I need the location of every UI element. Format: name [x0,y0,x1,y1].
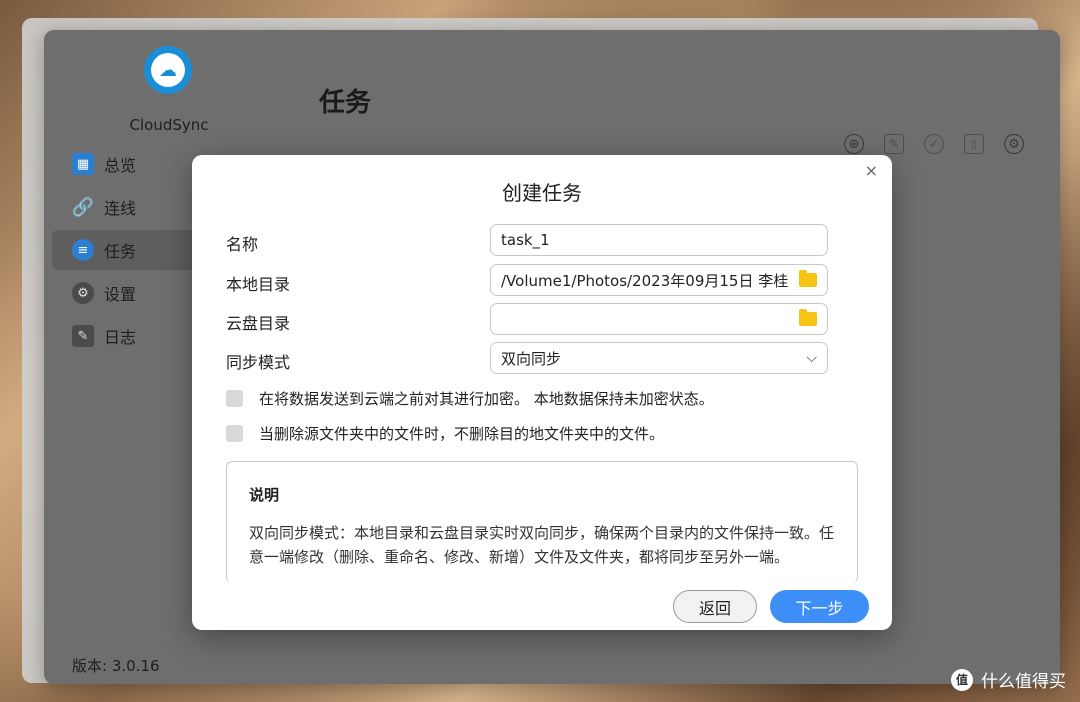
no-delete-option: 当删除源文件夹中的文件时，不删除目的地文件夹中的文件。 [226,423,664,444]
sidebar-nav: ▦ 总览 🔗 连线 ≡ 任务 ⚙ 设置 ✎ 日志 [52,144,192,359]
sync-mode-row: 同步模式 双向同步 ⌵ [226,342,830,376]
watermark: 值 什么值得买 [951,667,1066,692]
cloud-dir-label: 云盘目录 [226,314,291,333]
sidebar-item-overview[interactable]: ▦ 总览 [52,144,192,184]
encrypt-checkbox[interactable] [226,390,243,407]
sidebar-item-label: 连线 [104,199,137,218]
encrypt-option: 在将数据发送到云端之前对其进行加密。 本地数据保持未加密状态。 [226,388,714,409]
version-label: 版本: 3.0.16 [72,657,160,675]
page-title: 任务 [319,88,372,118]
gear-icon: ⚙ [72,282,94,304]
sidebar: ☁ CloudSync ▦ 总览 🔗 连线 ≡ 任务 ⚙ 设置 ✎ 日志 版本:… [44,30,209,684]
cloud-icon: ☁ [151,53,185,87]
cloudsync-logo-icon: ☁ [144,46,192,94]
name-value: task_1 [501,231,550,249]
cloud-dir-row: 云盘目录 [226,303,830,337]
encrypt-label: 在将数据发送到云端之前对其进行加密。 本地数据保持未加密状态。 [259,390,714,408]
local-dir-row: 本地目录 /Volume1/Photos/2023年09月15日 李桂 [226,264,830,298]
sidebar-item-settings[interactable]: ⚙ 设置 [52,273,192,313]
settings-icon[interactable]: ⚙ [1004,134,1024,154]
sync-mode-value: 双向同步 [501,349,562,368]
chevron-down-icon: ⌵ [806,350,817,366]
delete-icon[interactable]: ▯ [964,134,984,154]
sidebar-item-label: 设置 [104,285,137,304]
list-icon: ≡ [72,239,94,261]
description-text: 双向同步模式：本地目录和云盘目录实时双向同步，确保两个目录内的文件保持一致。任意… [249,524,835,566]
link-icon: 🔗 [71,196,95,218]
name-input[interactable]: task_1 [490,224,828,256]
sidebar-item-label: 总览 [104,156,137,175]
document-icon: ✎ [72,325,94,347]
edit-icon[interactable]: ✎ [884,134,904,154]
local-dir-label: 本地目录 [226,275,291,294]
description-title: 说明 [249,486,280,504]
description-panel: 说明 双向同步模式：本地目录和云盘目录实时双向同步，确保两个目录内的文件保持一致… [226,461,858,583]
watermark-text: 什么值得买 [981,672,1066,692]
sidebar-item-connections[interactable]: 🔗 连线 [52,187,192,227]
sidebar-item-tasks[interactable]: ≡ 任务 [52,230,192,270]
folder-icon[interactable] [799,309,817,326]
local-dir-input[interactable]: /Volume1/Photos/2023年09月15日 李桂 [490,264,828,296]
sync-mode-select[interactable]: 双向同步 ⌵ [490,342,828,374]
app-name: CloudSync [129,116,209,134]
sync-mode-label: 同步模式 [226,353,291,372]
sidebar-item-label: 日志 [104,328,137,347]
grid-icon: ▦ [72,153,94,175]
sidebar-item-label: 任务 [104,242,137,261]
cloud-dir-input[interactable] [490,303,828,335]
no-delete-checkbox[interactable] [226,425,243,442]
sidebar-item-logs[interactable]: ✎ 日志 [52,316,192,356]
create-task-dialog: × 创建任务 名称 task_1 本地目录 /Volume1/Photos/20… [192,155,892,630]
toolbar: ⊕ ✎ ✓ ▯ ⚙ [844,134,1024,154]
add-icon[interactable]: ⊕ [844,134,864,154]
dialog-title: 创建任务 [502,181,582,205]
smzdm-logo-icon: 值 [951,668,973,691]
no-delete-label: 当删除源文件夹中的文件时，不删除目的地文件夹中的文件。 [259,425,665,443]
name-row: 名称 task_1 [226,224,830,258]
local-dir-value: /Volume1/Photos/2023年09月15日 李桂 [501,271,789,290]
folder-icon[interactable] [799,270,817,287]
next-button[interactable]: 下一步 [770,590,869,623]
check-icon[interactable]: ✓ [924,134,944,154]
back-button[interactable]: 返回 [673,590,757,623]
name-label: 名称 [226,235,259,254]
